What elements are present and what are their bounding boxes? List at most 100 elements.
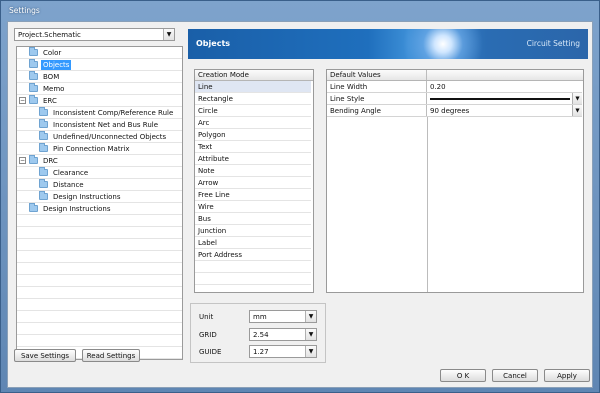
apply-button[interactable]: Apply	[544, 369, 590, 382]
empty-row	[17, 311, 182, 323]
unit-select[interactable]: mm ▼	[249, 310, 317, 323]
tree-item[interactable]: − ERC	[17, 95, 182, 107]
tree-item[interactable]: Undefined/Unconnected Objects	[17, 131, 182, 143]
empty-row	[17, 263, 182, 275]
tree-item-label: DRC	[43, 156, 58, 165]
chevron-down-icon[interactable]: ▼	[572, 105, 582, 116]
project-select[interactable]: Project.Schematic ▼	[14, 28, 175, 41]
folder-icon	[39, 143, 48, 152]
property-value[interactable]: 0.20	[427, 81, 582, 92]
creation-mode-item[interactable]: Arc	[195, 117, 311, 129]
tree-item[interactable]: Design Instructions	[17, 203, 182, 215]
tree-item-label: Objects	[41, 59, 72, 70]
creation-mode-item[interactable]: Circle	[195, 105, 311, 117]
window-title: Settings	[9, 5, 40, 15]
tree-item-label: Design Instructions	[43, 204, 111, 213]
guide-select-value: 1.27	[253, 347, 269, 356]
read-settings-button[interactable]: Read Settings	[82, 349, 140, 362]
settings-window: Settings Project.Schematic ▼ Color Object…	[0, 0, 600, 393]
creation-mode-item[interactable]: Attribute	[195, 153, 311, 165]
empty-row	[17, 335, 182, 347]
empty-row	[195, 261, 311, 273]
empty-row	[17, 239, 182, 251]
line-style-sample	[430, 97, 570, 100]
empty-row	[17, 215, 182, 227]
tree-item[interactable]: Color	[17, 47, 182, 59]
tree-item-label: Undefined/Unconnected Objects	[53, 132, 167, 141]
tree-item[interactable]: Pin Connection Matrix	[17, 143, 182, 155]
creation-mode-item[interactable]: Wire	[195, 201, 311, 213]
creation-mode-item[interactable]: Bus	[195, 213, 311, 225]
tree-item[interactable]: Design Instructions	[17, 191, 182, 203]
property-value[interactable]: 90 degrees ▼	[427, 105, 582, 116]
tree-item[interactable]: Objects	[17, 59, 182, 71]
folder-icon	[29, 203, 38, 212]
tree-item-label: Inconsistent Comp/Reference Rule	[53, 108, 174, 117]
empty-row	[17, 275, 182, 287]
guide-label: GUIDE	[199, 348, 222, 356]
creation-mode-item[interactable]: Junction	[195, 225, 311, 237]
property-row: Line Width 0.20	[327, 81, 582, 93]
ok-button[interactable]: O K	[440, 369, 486, 382]
header-banner: Objects Circuit Setting	[188, 29, 588, 59]
property-name: Line Width	[327, 81, 427, 92]
empty-row	[17, 287, 182, 299]
tree-item[interactable]: Memo	[17, 83, 182, 95]
title-bar[interactable]: Settings	[1, 1, 599, 19]
grid-select[interactable]: 2.54 ▼	[249, 328, 317, 341]
cancel-button[interactable]: Cancel	[492, 369, 538, 382]
light-flare-graphic	[398, 29, 488, 59]
folder-icon	[39, 191, 48, 200]
tree-item[interactable]: Inconsistent Net and Bus Rule	[17, 119, 182, 131]
tree-item-label: ERC	[43, 96, 57, 105]
chevron-down-icon[interactable]: ▼	[572, 93, 582, 104]
settings-tree: Color Objects BOM Memo − ERC Inconsistent Comp…	[16, 46, 183, 360]
collapse-icon[interactable]: −	[19, 157, 26, 164]
creation-mode-item[interactable]: Label	[195, 237, 311, 249]
dialog-client-area: Project.Schematic ▼ Color Objects BOM Memo −…	[7, 21, 593, 388]
creation-mode-item[interactable]: Rectangle	[195, 93, 311, 105]
folder-icon	[39, 131, 48, 140]
tree-item-label: Memo	[43, 84, 65, 93]
collapse-icon[interactable]: −	[19, 97, 26, 104]
tree-item[interactable]: Clearance	[17, 167, 182, 179]
chevron-down-icon[interactable]: ▼	[305, 346, 316, 357]
tree-item[interactable]: − DRC	[17, 155, 182, 167]
creation-mode-item[interactable]: Note	[195, 165, 311, 177]
creation-mode-header: Creation Mode	[195, 70, 313, 81]
chevron-down-icon[interactable]: ▼	[163, 29, 174, 40]
folder-icon	[29, 71, 38, 80]
project-select-value: Project.Schematic	[18, 30, 81, 39]
creation-mode-item[interactable]: Port Address	[195, 249, 311, 261]
creation-mode-item[interactable]: Free Line	[195, 189, 311, 201]
tree-item[interactable]: BOM	[17, 71, 182, 83]
unit-select-value: mm	[253, 312, 267, 321]
default-values-grid: Default Values Line Width 0.20 Line Style ▼…	[326, 69, 584, 293]
empty-row	[17, 251, 182, 263]
property-value[interactable]: ▼	[427, 93, 582, 104]
empty-row	[195, 273, 311, 285]
guide-select[interactable]: 1.27 ▼	[249, 345, 317, 358]
folder-icon	[29, 83, 38, 92]
tree-item[interactable]: Inconsistent Comp/Reference Rule	[17, 107, 182, 119]
chevron-down-icon[interactable]: ▼	[305, 311, 316, 322]
tree-item-label: BOM	[43, 72, 60, 81]
folder-icon	[39, 119, 48, 128]
creation-mode-item[interactable]: Line	[195, 81, 311, 93]
chevron-down-icon[interactable]: ▼	[305, 329, 316, 340]
folder-icon	[39, 167, 48, 176]
grid-label: GRID	[199, 331, 217, 339]
empty-row	[17, 323, 182, 335]
tree-item[interactable]: Distance	[17, 179, 182, 191]
creation-mode-item[interactable]: Polygon	[195, 129, 311, 141]
creation-mode-item[interactable]: Arrow	[195, 177, 311, 189]
tree-item-label: Pin Connection Matrix	[53, 144, 130, 153]
creation-mode-item[interactable]: Text	[195, 141, 311, 153]
property-row: Bending Angle 90 degrees ▼	[327, 105, 582, 117]
tree-item-label: Design Instructions	[53, 192, 121, 201]
empty-row	[195, 285, 311, 292]
property-name: Bending Angle	[327, 105, 427, 116]
empty-row	[17, 299, 182, 311]
empty-row	[17, 227, 182, 239]
save-settings-button[interactable]: Save Settings	[14, 349, 76, 362]
